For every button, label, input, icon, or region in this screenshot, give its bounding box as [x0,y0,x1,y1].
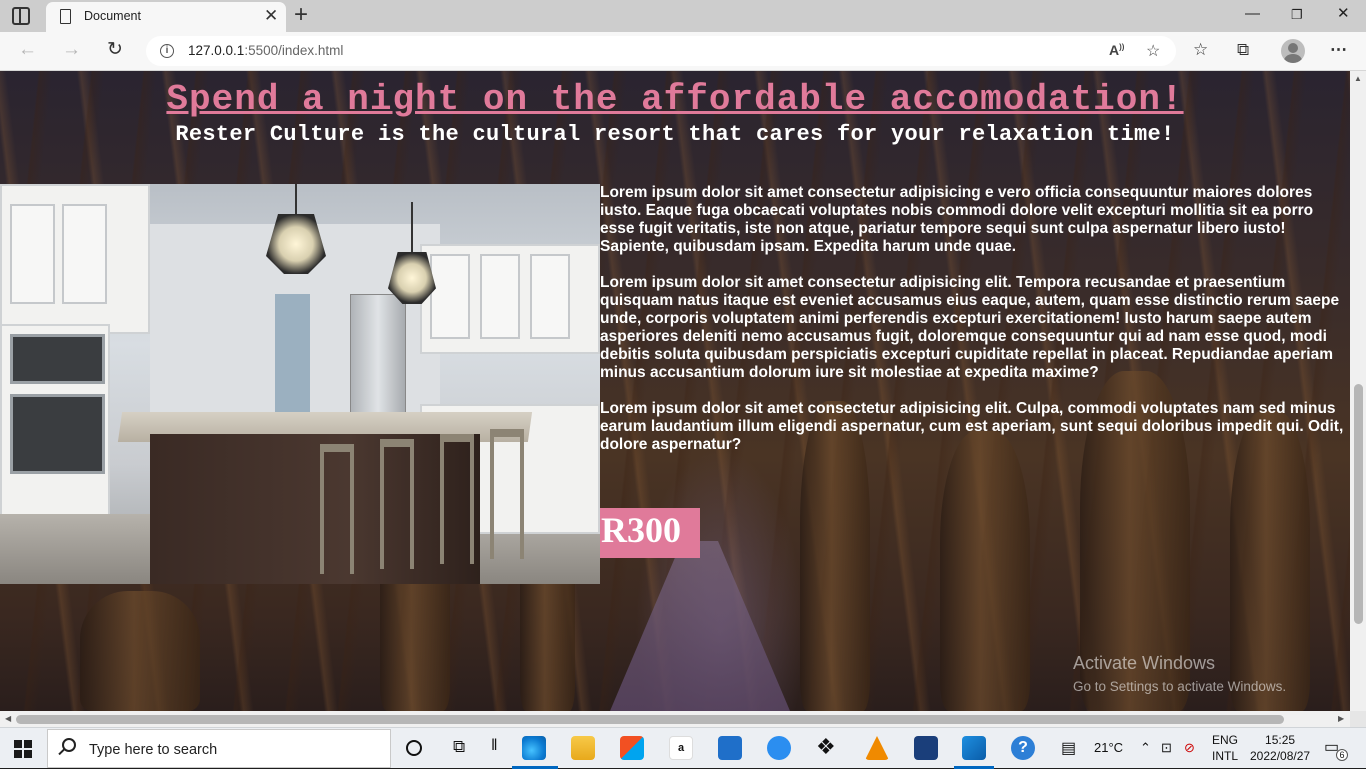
vertical-scrollbar[interactable]: ▲ [1350,71,1366,711]
dropbox-icon[interactable]: ❖ [816,736,840,760]
lamp-cord [411,202,413,257]
notification-count-badge: 6 [1336,749,1348,761]
tab-title: Document [84,9,141,23]
weather-icon[interactable]: ▤ [1061,738,1076,758]
task-view-icon[interactable]: ⧉ [453,737,465,757]
price-badge: R300 [600,508,700,558]
bar-stool [380,439,414,569]
cabinet-door [62,204,107,304]
refresh-icon[interactable]: ↻ [107,40,123,59]
bar-stool [320,444,354,574]
activate-windows-watermark: Activate Windows Go to Settings to activ… [1073,653,1286,694]
cortana-icon[interactable] [406,740,422,756]
search-placeholder: Type here to search [89,742,218,758]
url-path: :5500/index.html [244,43,344,58]
url-host: 127.0.0.1 [188,43,245,58]
address-bar[interactable]: i 127.0.0.1:5500/index.html A)) ☆ [146,36,1176,66]
file-explorer-icon[interactable] [571,736,595,760]
scrollbar-corner [1350,711,1366,727]
tray-expand-icon[interactable]: ⌃ [1140,740,1151,756]
taskbar-divider-icon: ‖ [491,737,498,754]
site-info-icon[interactable]: i [160,44,174,58]
horizontal-scrollbar[interactable]: ◀ ▶ [0,711,1350,727]
kitchen-doorway [275,294,310,414]
kitchen-image [0,184,600,584]
browser-tab-bar: Document ✕ + — ❐ ✕ [0,0,1366,32]
vscode-icon[interactable] [962,736,986,760]
fridge [350,294,406,424]
pendant-lamp [266,214,326,274]
mail-icon[interactable] [718,736,742,760]
scroll-up-icon[interactable]: ▲ [1354,74,1362,83]
clock-date: 2022/08/27 [1250,749,1311,763]
search-icon [62,738,76,752]
background-tree [940,431,1030,711]
clock-time: 15:25 [1265,733,1296,747]
microsoft-store-icon[interactable] [620,736,644,760]
network-icon[interactable]: ⊡ [1161,740,1172,756]
microwave [10,334,105,384]
amazon-icon[interactable]: a [669,736,693,760]
weather-temperature[interactable]: 21°C [1094,740,1123,755]
scroll-right-icon[interactable]: ▶ [1338,714,1344,723]
scroll-left-icon[interactable]: ◀ [5,714,11,723]
collections-icon[interactable]: ⧉ [1237,41,1249,58]
cabinet-door [430,254,470,339]
language-code: ENG [1212,733,1239,747]
paragraph: Lorem ipsum dolor sit amet consectetur a… [600,184,1314,255]
read-aloud-icon[interactable]: A)) [1109,42,1124,58]
windows-start-icon[interactable] [14,740,32,758]
watermark-subtitle: Go to Settings to activate Windows. [1073,679,1287,694]
vertical-scroll-thumb[interactable] [1354,384,1363,624]
windows-taskbar: Type here to search ⧉ ‖ a ❖ ? ▤ 21°C ⌃ ⊡… [0,727,1366,769]
minimize-icon[interactable]: — [1245,6,1260,21]
page-subheading: Rester Culture is the cultural resort th… [175,122,1175,147]
sync-app-icon[interactable] [767,736,791,760]
browser-tab[interactable]: Document ✕ [46,2,286,32]
kitchen-island [150,434,480,584]
favorite-add-icon[interactable]: ☆ [1146,41,1160,61]
watermark-title: Activate Windows [1073,653,1216,673]
paragraph: Lorem ipsum dolor sit amet consectetur a… [600,400,1344,453]
cabinet-door [480,254,520,339]
favorites-icon[interactable]: ☆ [1193,41,1208,58]
profile-avatar[interactable] [1281,39,1305,63]
more-menu-icon[interactable]: ⋯ [1330,41,1347,58]
input-language[interactable]: ENG INTL [1212,732,1238,764]
bar-stool [490,429,524,559]
page-headline: Spend a night on the affordable accomoda… [166,79,1184,120]
tab-close-icon[interactable]: ✕ [264,7,278,24]
description-text: Lorem ipsum dolor sit amet consectetur a… [600,184,1350,472]
edge-browser-icon[interactable] [522,736,546,760]
window-close-icon[interactable]: ✕ [1337,6,1350,21]
url-text[interactable]: 127.0.0.1:5500/index.html [188,43,343,58]
back-icon[interactable]: ← [18,40,37,59]
lamp-cord [295,184,297,219]
taskbar-clock[interactable]: 15:25 2022/08/27 [1250,732,1310,764]
page-icon [60,9,71,24]
restore-icon[interactable]: ❐ [1291,8,1303,21]
paragraph: Lorem ipsum dolor sit amet consectetur a… [600,274,1340,381]
new-tab-button[interactable]: + [294,3,308,27]
bar-stool [440,434,474,564]
address-toolbar: ← → ↻ i 127.0.0.1:5500/index.html A)) ☆ … [0,32,1366,71]
taskbar-search-box[interactable]: Type here to search [47,729,391,768]
cabinet-door [530,254,570,339]
page-viewport: Spend a night on the affordable accomoda… [0,71,1350,711]
vlc-icon[interactable] [865,736,889,760]
oven [10,394,105,474]
horizontal-scroll-thumb[interactable] [16,715,1284,724]
background-path [610,541,790,711]
background-tree [80,591,200,711]
key-app-icon[interactable] [914,736,938,760]
cabinet-door [10,204,55,304]
tab-actions-icon[interactable] [12,7,30,25]
forward-icon[interactable]: → [62,40,81,59]
keyboard-layout: INTL [1212,749,1239,763]
battery-warning-icon[interactable]: ⊘ [1184,740,1195,756]
help-icon[interactable]: ? [1011,736,1035,760]
